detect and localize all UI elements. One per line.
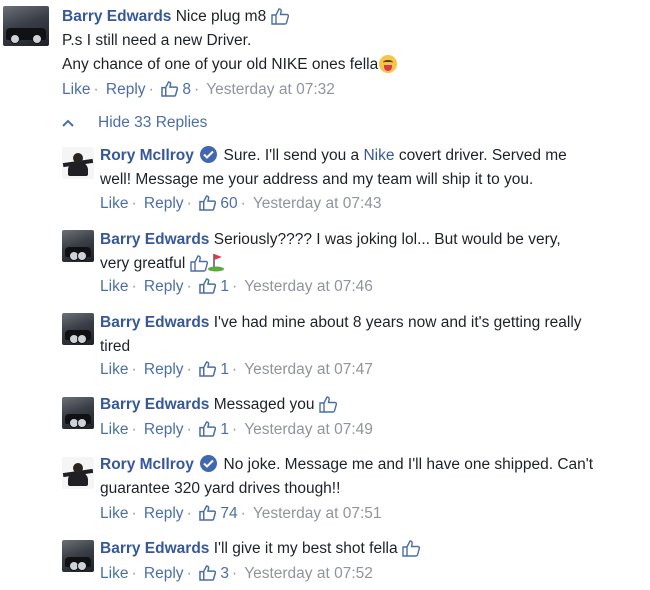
comment-body: Barry Edwards I've had mine about 8 year… (100, 311, 645, 359)
reply-link[interactable]: Reply (144, 278, 184, 295)
comment-body: Barry Edwards Nice plug m8 P.s I still n… (62, 5, 642, 77)
thumbs-up-icon (161, 81, 179, 98)
comment-body: Barry Edwards I'll give it my best shot … (100, 537, 645, 561)
comment-actions: Like · Reply · 60 · Yesterday at 07:43 (100, 195, 382, 212)
comment-body: Barry Edwards Seriously???? I was joking… (100, 228, 645, 276)
reply-link[interactable]: Reply (106, 81, 146, 98)
comment-text-line2: tired (100, 338, 131, 355)
hide-replies-toggle[interactable]: Hide 33 Replies (62, 114, 207, 132)
comment-actions: Like · Reply · 3 · Yesterday at 07:52 (100, 565, 373, 582)
comment-actions: Like · Reply · 74 · Yesterday at 07:51 (100, 505, 382, 522)
timestamp[interactable]: Yesterday at 07:46 (244, 278, 373, 295)
author-name[interactable]: Barry Edwards (100, 314, 209, 331)
timestamp[interactable]: Yesterday at 07:52 (244, 565, 373, 582)
thumbs-up-outline-icon (189, 255, 208, 273)
thumbs-up-icon (199, 505, 217, 522)
tongue-out-emoji-icon (379, 55, 398, 73)
author-name[interactable]: Barry Edwards (100, 396, 209, 413)
like-link[interactable]: Like (100, 361, 128, 378)
timestamp[interactable]: Yesterday at 07:47 (244, 361, 373, 378)
author-name[interactable]: Rory McIlroy (100, 147, 194, 164)
comment-text-line2: very greatful (100, 255, 186, 272)
golf-flag-icon (207, 252, 225, 272)
comment-text-line2: guarantee 320 yard drives though!! (100, 480, 341, 497)
comment-text-cont: covert driver. Served me (398, 147, 567, 164)
author-name[interactable]: Barry Edwards (100, 231, 209, 248)
comment-body: Barry Edwards Messaged you (100, 393, 645, 417)
reply-link[interactable]: Reply (144, 505, 184, 522)
timestamp[interactable]: Yesterday at 07:43 (253, 195, 382, 212)
thumbs-up-icon (199, 565, 217, 582)
chevron-up-icon (62, 114, 74, 132)
like-count[interactable]: 1 (220, 361, 229, 378)
like-count[interactable]: 3 (220, 565, 229, 582)
avatar[interactable] (3, 6, 49, 46)
avatar[interactable] (62, 313, 94, 345)
comment-actions: Like · Reply · 8 · Yesterday at 07:32 (62, 81, 335, 98)
avatar[interactable] (62, 147, 94, 179)
timestamp[interactable]: Yesterday at 07:49 (244, 421, 373, 438)
author-name[interactable]: Rory McIlroy (100, 456, 194, 473)
thumbs-up-outline-icon (270, 8, 289, 26)
author-name[interactable]: Barry Edwards (62, 8, 171, 25)
comment-text: I've had mine about 8 years now and it's… (213, 314, 582, 331)
comment-text: I'll give it my best shot fella (213, 540, 398, 557)
verified-badge-icon (200, 455, 218, 472)
like-link[interactable]: Like (100, 421, 128, 438)
thumbs-up-icon (199, 361, 217, 378)
like-count[interactable]: 60 (220, 195, 237, 212)
avatar[interactable] (62, 457, 94, 489)
avatar[interactable] (62, 230, 94, 262)
comment-body: Rory McIlroy No joke. Message me and I'l… (100, 453, 645, 501)
nike-page-link[interactable]: Nike (363, 147, 394, 164)
like-link[interactable]: Like (100, 195, 128, 212)
avatar[interactable] (62, 540, 94, 572)
timestamp[interactable]: Yesterday at 07:32 (206, 81, 335, 98)
like-link[interactable]: Like (100, 505, 128, 522)
like-link[interactable]: Like (100, 278, 128, 295)
comment-body: Rory McIlroy Sure. I'll send you a Nike … (100, 144, 645, 192)
reply-link[interactable]: Reply (144, 361, 184, 378)
comment-text: Seriously???? I was joking lol... But wo… (213, 231, 561, 248)
thumbs-up-icon (199, 421, 217, 438)
reply-link[interactable]: Reply (144, 421, 184, 438)
like-count[interactable]: 1 (220, 421, 229, 438)
author-name[interactable]: Barry Edwards (100, 540, 209, 557)
like-count[interactable]: 8 (182, 81, 191, 98)
thumbs-up-icon (199, 195, 217, 212)
verified-badge-icon (200, 146, 218, 163)
timestamp[interactable]: Yesterday at 07:51 (253, 505, 382, 522)
thumbs-up-outline-icon (319, 396, 337, 414)
like-count[interactable]: 1 (220, 278, 229, 295)
comment-text-line3: Any chance of one of your old NIKE ones … (62, 56, 379, 73)
comment-actions: Like · Reply · 1 · Yesterday at 07:47 (100, 361, 373, 378)
hide-replies-label[interactable]: Hide 33 Replies (98, 114, 207, 131)
thumbs-up-icon (199, 278, 217, 295)
comment-actions: Like · Reply · 1 · Yesterday at 07:46 (100, 278, 373, 295)
reply-link[interactable]: Reply (144, 565, 184, 582)
comment-text: Sure. I'll send you a (223, 147, 360, 164)
comment-actions: Like · Reply · 1 · Yesterday at 07:49 (100, 421, 373, 438)
comment-text: Messaged you (213, 396, 315, 413)
like-link[interactable]: Like (100, 565, 128, 582)
comment-text-line2: well! Message me your address and my tea… (100, 171, 534, 188)
thumbs-up-outline-icon (402, 540, 420, 558)
like-count[interactable]: 74 (220, 505, 237, 522)
comment-text: Nice plug m8 (175, 8, 267, 25)
reply-link[interactable]: Reply (144, 195, 184, 212)
comment-text-line2: P.s I still need a new Driver. (62, 32, 252, 49)
comment-text: No joke. Message me and I'll have one sh… (223, 456, 594, 473)
like-link[interactable]: Like (62, 81, 90, 98)
avatar[interactable] (62, 397, 94, 429)
